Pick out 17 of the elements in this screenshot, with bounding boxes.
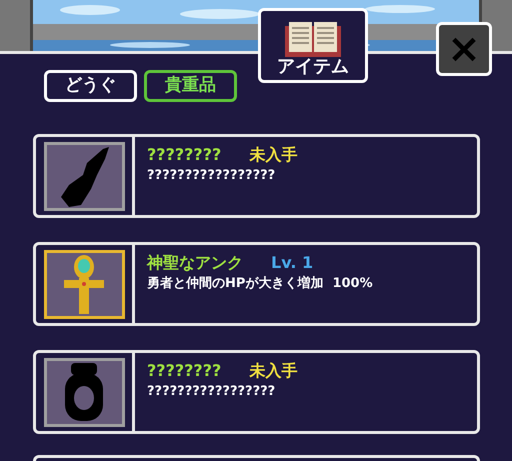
item-name: ???????? <box>147 144 222 166</box>
tab[interactable]: 貴重品 <box>144 70 237 102</box>
tab[interactable]: どうぐ <box>44 70 137 102</box>
item-description: 勇者と仲間のHPが大きく増加 100% <box>147 274 373 293</box>
header-title: アイテム <box>277 58 349 76</box>
item-status: 未入手 <box>249 360 298 382</box>
book-icon <box>283 20 343 58</box>
ankh-icon <box>62 254 106 314</box>
item-description: ????????????????? <box>147 167 276 185</box>
item-name: 神聖なアンク <box>147 252 243 274</box>
item-card[interactable]: 神聖なアンク Lv. 1 勇者と仲間のHPが大きく増加 100% <box>33 242 480 326</box>
item-level: Lv. 1 <box>271 252 314 274</box>
item-card[interactable]: ???????? 未入手 ????????????????? <box>33 350 480 434</box>
item-status: 未入手 <box>249 144 298 166</box>
item-description: ????????????????? <box>147 383 276 401</box>
item-card[interactable]: ???????? 未入手 ????????????????? <box>33 134 480 218</box>
item-name: ???????? <box>147 360 222 382</box>
